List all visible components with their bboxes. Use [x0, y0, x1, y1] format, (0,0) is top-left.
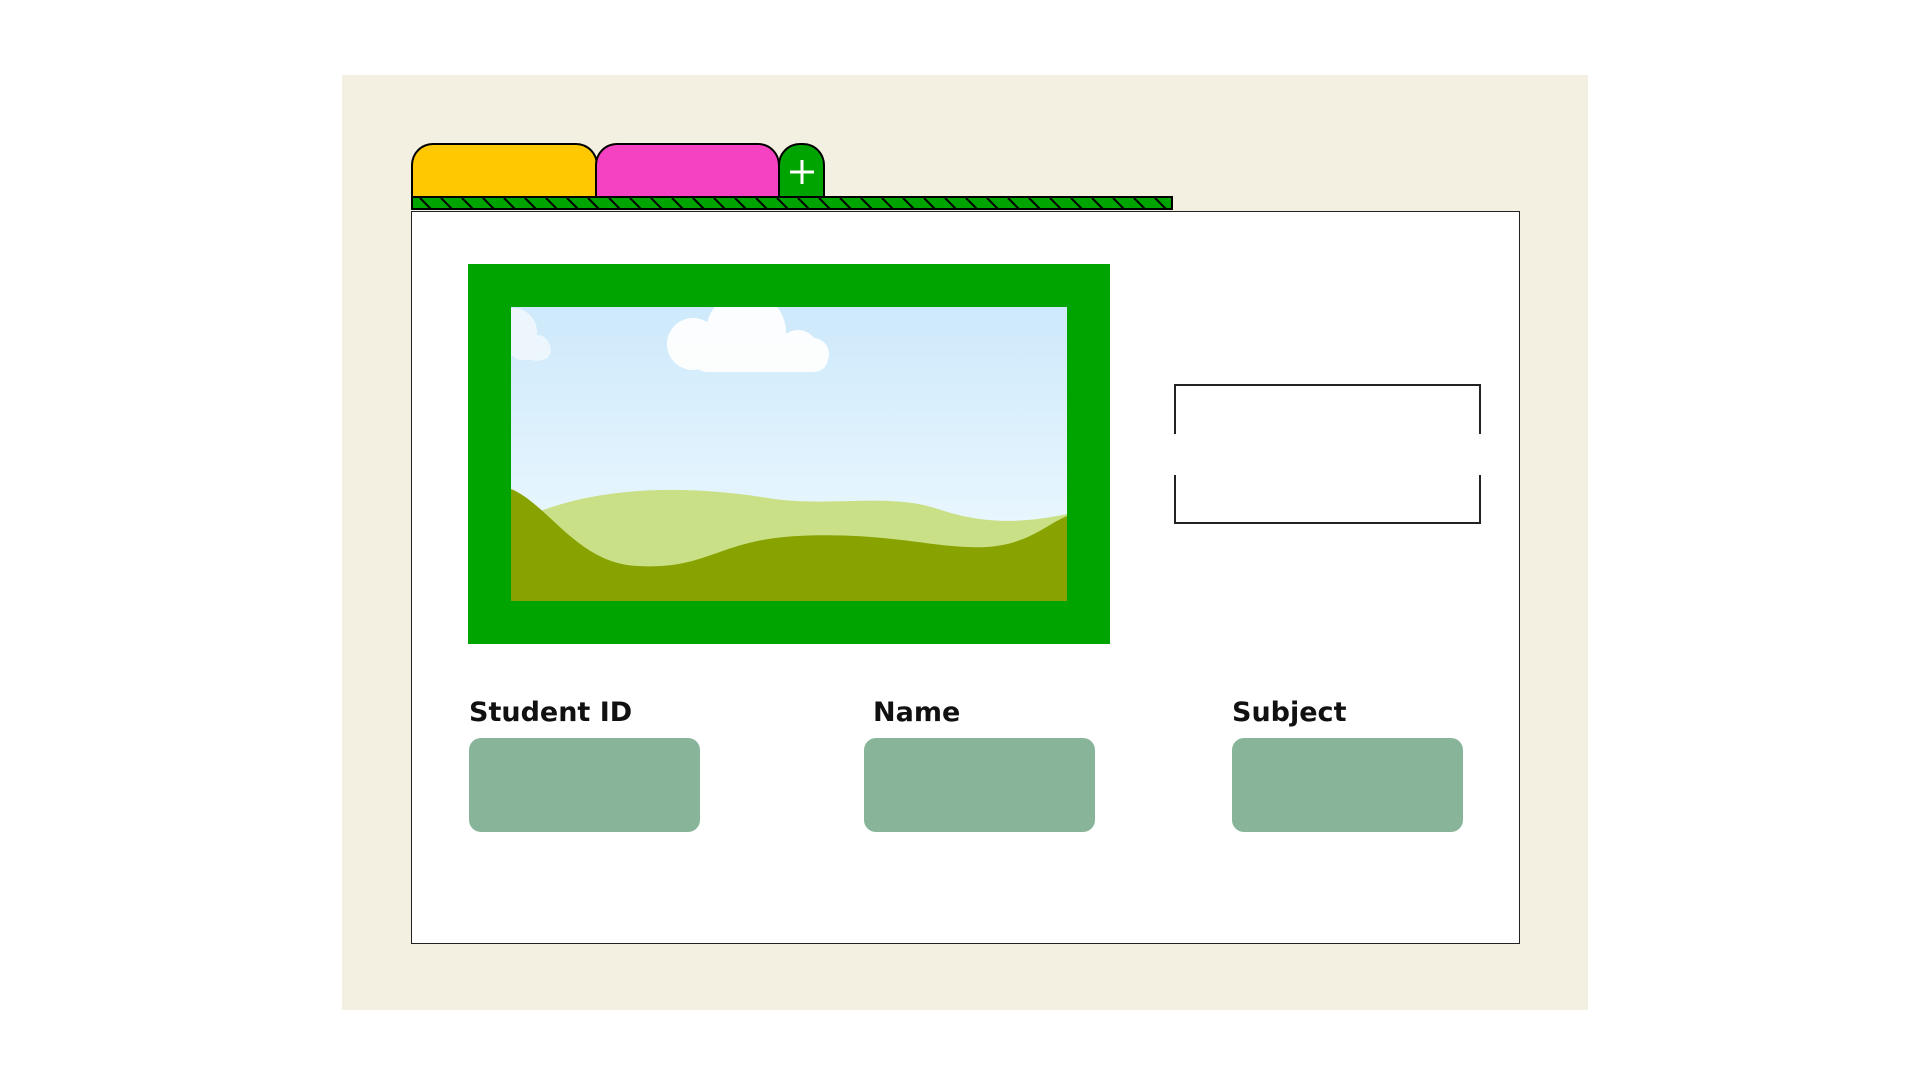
tab-bar-strip — [411, 196, 1173, 210]
image-placeholder[interactable] — [468, 264, 1110, 644]
landscape-image-icon — [468, 264, 1110, 644]
plus-icon — [789, 159, 814, 184]
bracket-frame-icon — [1174, 384, 1481, 524]
name-input[interactable] — [864, 738, 1095, 832]
subject-label: Subject — [1232, 697, 1347, 728]
tab-2[interactable] — [595, 143, 780, 198]
student-id-label: Student ID — [469, 697, 633, 728]
side-panel-box[interactable] — [1174, 384, 1481, 524]
subject-input[interactable] — [1232, 738, 1463, 832]
name-label: Name — [873, 697, 961, 728]
add-tab-button[interactable] — [778, 143, 825, 198]
student-id-input[interactable] — [469, 738, 700, 832]
tab-strip-hatch — [413, 198, 1171, 208]
app-screen: Student ID Name Subject — [0, 0, 1920, 1080]
tab-1[interactable] — [411, 143, 598, 198]
